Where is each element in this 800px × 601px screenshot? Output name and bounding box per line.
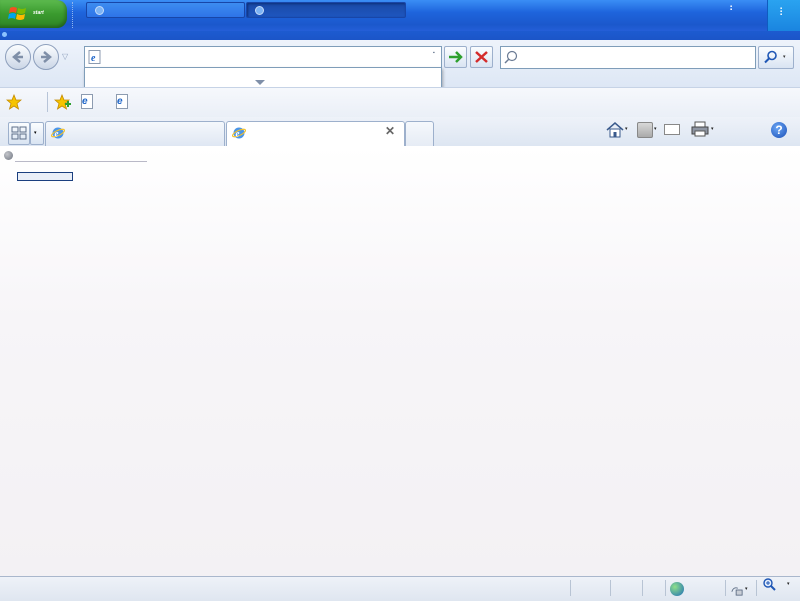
status-separator (725, 580, 726, 596)
favorites-separator (47, 92, 48, 112)
mail-icon[interactable] (664, 124, 680, 135)
address-dropdown-icon[interactable]: ▪ (433, 50, 435, 56)
ie-icon: e (232, 127, 246, 139)
page-content (0, 146, 800, 576)
status-separator (642, 580, 643, 596)
tab-1[interactable]: e (45, 121, 225, 146)
print-dropdown-icon[interactable]: ▾ (711, 126, 714, 132)
internet-zone-globe-icon[interactable] (670, 582, 684, 596)
new-tab-button[interactable] (405, 121, 434, 146)
system-tray: ▪ ▪ (728, 0, 768, 31)
ie-icon (2, 32, 7, 37)
taskbar-button-ie[interactable] (246, 2, 406, 18)
zoom-icon[interactable] (762, 577, 776, 591)
home-dropdown-icon[interactable]: ▾ (625, 126, 628, 132)
tab-list-dropdown-icon: ▾ (34, 130, 37, 136)
menu-bar (0, 74, 800, 86)
start-button[interactable]: start (0, 0, 67, 28)
windows-logo-icon (8, 7, 26, 20)
search-box[interactable] (500, 46, 756, 69)
help-icon[interactable]: ? (771, 122, 787, 138)
status-separator (610, 580, 611, 596)
tab-list-button[interactable]: ▾ (30, 122, 44, 145)
ie-icon (255, 6, 264, 15)
go-arrow-icon (449, 51, 463, 63)
feeds-dropdown-icon[interactable]: ▾ (654, 126, 657, 132)
protected-mode-dropdown-icon[interactable]: ▾ (745, 586, 748, 592)
quick-tabs-button[interactable] (8, 122, 30, 145)
zoom-dropdown-icon[interactable]: ▾ (787, 581, 790, 587)
quick-launch-grip[interactable] (72, 2, 83, 28)
status-separator (665, 580, 666, 596)
taskbar-button-folder[interactable] (86, 2, 245, 18)
ie-icon: e (117, 96, 123, 107)
print-icon[interactable] (690, 120, 710, 138)
diagnose-connection-button[interactable] (17, 172, 73, 181)
page-ie-icon: e (88, 50, 101, 64)
recent-pages-dropdown-icon[interactable]: ▽ (62, 52, 68, 61)
back-button[interactable] (5, 44, 31, 70)
back-arrow-icon (12, 51, 23, 63)
favorite-link-1[interactable]: e (80, 94, 94, 110)
tab-2-active[interactable]: e (226, 121, 405, 147)
protected-mode-lock-icon[interactable] (730, 584, 744, 596)
search-options-dropdown-icon[interactable]: ▾ (783, 54, 786, 60)
svg-text:e: e (236, 129, 240, 139)
forward-arrow-icon (41, 51, 52, 63)
stop-x-icon (475, 51, 488, 63)
stop-button[interactable] (470, 46, 493, 68)
go-button[interactable] (444, 46, 467, 68)
search-icon (504, 50, 518, 64)
favorites-star-icon[interactable] (6, 94, 22, 110)
error-divider (15, 161, 147, 162)
ie-icon: e (82, 96, 88, 107)
search-button[interactable]: ▾ (758, 46, 794, 69)
add-favorites-icon[interactable] (54, 93, 72, 111)
status-separator (756, 580, 757, 596)
svg-text:e: e (55, 129, 59, 139)
tray-icons: ▪ ▪ ▪ (780, 6, 783, 18)
search-magnifier-icon (764, 50, 777, 64)
address-bar[interactable]: e (84, 46, 442, 69)
window-title-bar[interactable] (0, 31, 800, 40)
ie-icon: e (51, 127, 65, 139)
error-globe-icon (4, 151, 13, 160)
quick-tabs-grid-icon (11, 126, 27, 140)
close-tab-icon[interactable]: ✕ (385, 124, 395, 138)
svg-text:e: e (91, 53, 96, 64)
feeds-icon[interactable] (637, 122, 653, 138)
status-separator (570, 580, 571, 596)
start-label: start (33, 10, 44, 16)
home-icon[interactable] (605, 121, 625, 139)
tray-notification-area[interactable]: ▪ ▪ ▪ (767, 0, 800, 31)
tray-expand-icon[interactable]: ▪ ▪ (730, 4, 732, 13)
folder-icon (95, 6, 104, 15)
favorite-link-2[interactable]: e (115, 94, 129, 110)
forward-button[interactable] (33, 44, 59, 70)
